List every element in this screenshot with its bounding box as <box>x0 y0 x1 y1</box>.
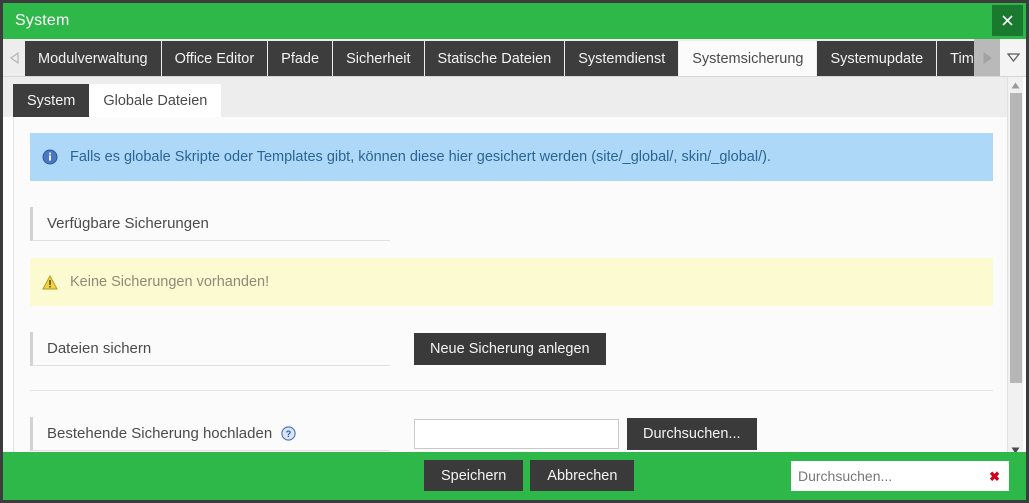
chevron-right-icon <box>983 51 992 64</box>
triangle-up-icon <box>1011 82 1020 88</box>
save-files-label-wrap: Dateien sichern <box>30 332 390 366</box>
main-tabs: Modulverwaltung Office Editor Pfade Sich… <box>25 39 974 76</box>
scrollbar-track[interactable] <box>1008 93 1024 442</box>
tab-label: Pfade <box>281 50 320 67</box>
clear-x-icon[interactable]: ✖ <box>989 470 1000 483</box>
scrollbar-thumb[interactable] <box>1009 93 1022 383</box>
warning-banner-text: Keine Sicherungen vorhanden! <box>70 274 270 290</box>
browse-file-button[interactable]: Durchsuchen... <box>627 418 757 450</box>
window-title: System <box>15 12 70 29</box>
sub-tab-strip: System Globale Dateien <box>3 77 1010 117</box>
tab-systemdienst[interactable]: Systemdienst <box>565 41 680 76</box>
content-panel: Falls es globale Skripte oder Templates … <box>13 117 1010 458</box>
scrollbar-up-button[interactable] <box>1008 77 1024 93</box>
tab-overflow-dropdown-button[interactable] <box>1000 39 1026 76</box>
subtab-system[interactable]: System <box>13 84 90 117</box>
subtab-globale-dateien[interactable]: Globale Dateien <box>89 84 222 117</box>
section-divider <box>30 390 993 391</box>
upload-controls: Durchsuchen... <box>414 418 757 450</box>
subtab-label: Globale Dateien <box>103 92 208 109</box>
help-circle-icon[interactable]: ? <box>281 426 296 441</box>
cancel-button[interactable]: Abbrechen <box>530 460 635 491</box>
create-new-backup-button[interactable]: Neue Sicherung anlegen <box>414 333 606 365</box>
tab-modulverwaltung[interactable]: Modulverwaltung <box>25 41 162 76</box>
tab-label: Office Editor <box>174 50 255 67</box>
upload-backup-label: Bestehende Sicherung hochladen <box>47 425 273 442</box>
available-backups-label: Verfügbare Sicherungen <box>47 215 209 232</box>
upload-backup-label-wrap: Bestehende Sicherung hochladen ? <box>30 417 390 451</box>
svg-text:?: ? <box>286 429 292 439</box>
tab-systemupdate[interactable]: Systemupdate <box>817 41 938 76</box>
tab-label: Timeouts <box>950 50 974 67</box>
system-window: System Modulverwaltung Office Editor Pfa… <box>0 0 1029 503</box>
tab-office-editor[interactable]: Office Editor <box>161 41 269 76</box>
tab-systemsicherung[interactable]: Systemsicherung <box>679 41 818 76</box>
search-input[interactable] <box>792 463 990 489</box>
search-box: ✖ <box>791 461 1009 491</box>
info-banner-text: Falls es globale Skripte oder Templates … <box>70 149 771 165</box>
footer-buttons: Speichern Abbrechen <box>424 460 635 491</box>
tab-timeouts[interactable]: Timeouts <box>937 41 974 76</box>
available-backups-label-wrap: Verfügbare Sicherungen <box>30 207 390 241</box>
upload-backup-row: Bestehende Sicherung hochladen ? Durchsu… <box>30 417 993 451</box>
tab-scroll-left-button[interactable] <box>3 39 25 76</box>
tab-label: Statische Dateien <box>437 50 552 67</box>
info-banner: Falls es globale Skripte oder Templates … <box>30 133 993 181</box>
warning-icon <box>42 274 58 290</box>
warning-banner: Keine Sicherungen vorhanden! <box>30 258 993 306</box>
title-bar: System <box>3 3 1026 39</box>
save-files-label: Dateien sichern <box>47 340 152 357</box>
tab-label: Systemupdate <box>830 50 924 67</box>
tab-pfade[interactable]: Pfade <box>268 41 334 76</box>
save-files-row: Dateien sichern Neue Sicherung anlegen <box>30 332 993 366</box>
close-button[interactable] <box>992 5 1023 36</box>
subtab-label: System <box>27 92 76 109</box>
chevron-left-icon <box>9 51 19 64</box>
content-scrollbar[interactable] <box>1007 77 1023 458</box>
chevron-down-icon <box>1006 53 1020 62</box>
backup-file-input[interactable] <box>414 419 619 449</box>
tab-label: Systemsicherung <box>692 50 804 67</box>
tab-label: Systemdienst <box>578 50 666 67</box>
tab-sicherheit[interactable]: Sicherheit <box>333 41 425 76</box>
footer-bar: Speichern Abbrechen ✖ <box>3 452 1026 500</box>
tab-label: Modulverwaltung <box>38 50 148 67</box>
main-tab-strip: Modulverwaltung Office Editor Pfade Sich… <box>3 39 1026 77</box>
info-icon <box>42 149 58 165</box>
tab-statische-dateien[interactable]: Statische Dateien <box>424 41 566 76</box>
save-button[interactable]: Speichern <box>424 460 524 491</box>
tab-scroll-right-button[interactable] <box>974 39 1000 76</box>
tab-label: Sicherheit <box>346 50 411 67</box>
close-icon <box>1002 15 1013 26</box>
available-backups-row: Verfügbare Sicherungen <box>30 207 993 241</box>
